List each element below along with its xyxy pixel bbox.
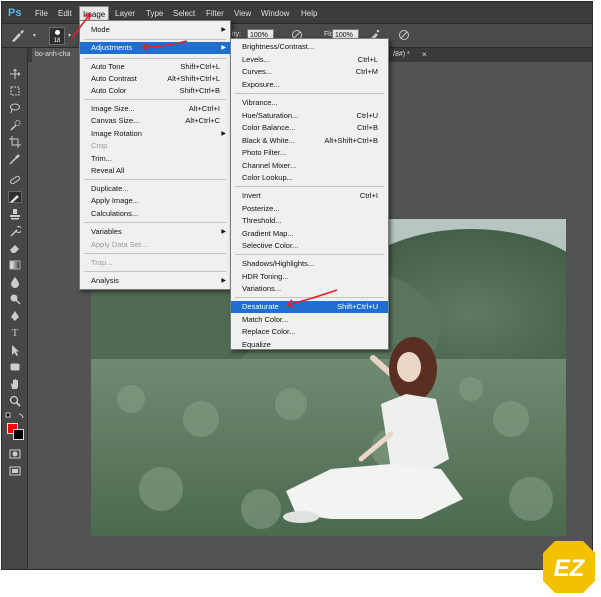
annotation-arrow-desaturate <box>286 289 338 308</box>
ez-watermark-logo: EZ <box>541 539 597 595</box>
annotation-arrow-adjustments <box>141 40 188 51</box>
annotation-arrows <box>71 13 338 308</box>
annotation-arrow-image-menu <box>71 13 91 39</box>
watermark-text: EZ <box>554 555 586 582</box>
